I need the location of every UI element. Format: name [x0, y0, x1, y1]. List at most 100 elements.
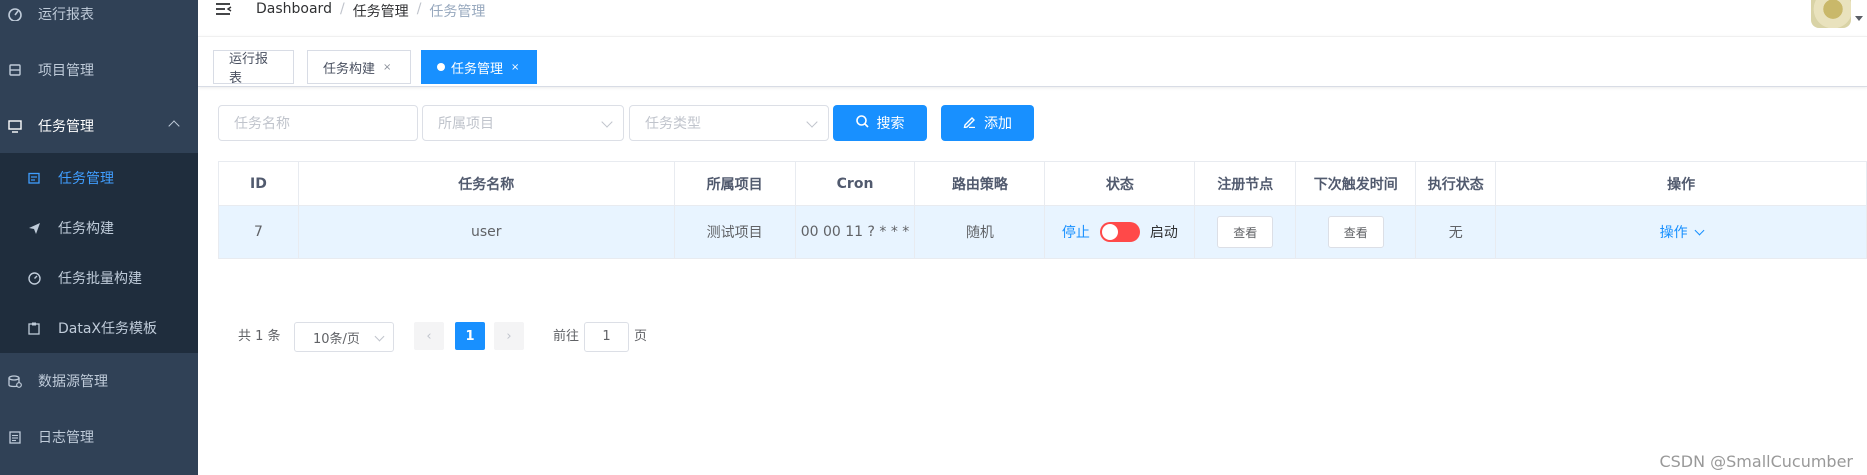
chevron-down-icon	[601, 116, 613, 128]
dashboard-icon	[8, 7, 22, 21]
column-header: 任务名称	[297, 161, 675, 206]
column-header: 执行状态	[1415, 161, 1497, 206]
column-header: 所属项目	[673, 161, 796, 206]
watermark: CSDN @SmallCucumber	[1659, 452, 1853, 471]
avatar[interactable]	[1811, 0, 1851, 28]
submenu-item-task-build[interactable]: 任务构建	[0, 203, 198, 253]
task-table: ID 任务名称 所属项目 Cron 路由策略 状态 注册节点 下次触发时间 执行…	[218, 161, 1867, 259]
gauge-icon	[27, 271, 41, 285]
navbar: Dashboard / 任务管理 / 任务管理	[198, 0, 1867, 37]
menu-item-datasource[interactable]: 数据源管理	[0, 353, 198, 409]
submenu-item-task-manage[interactable]: 任务管理	[0, 153, 198, 203]
actions-dropdown[interactable]: 操作	[1659, 225, 1705, 241]
column-header: 状态	[1044, 161, 1196, 206]
placeholder: 所属项目	[438, 116, 494, 132]
table-row: 7 user 测试项目 00 00 11 ? * * * 随机 停止 启动 查看…	[218, 205, 1867, 259]
table-header-row: ID 任务名称 所属项目 Cron 路由策略 状态 注册节点 下次触发时间 执行…	[218, 161, 1867, 206]
menu-item-logs[interactable]: 日志管理	[0, 409, 198, 465]
cell-route: 随机	[914, 205, 1046, 259]
storage-icon	[8, 374, 22, 388]
close-icon[interactable]: ×	[511, 62, 519, 73]
menu-item-tasks[interactable]: 任务管理	[0, 98, 198, 154]
column-header: Cron	[794, 161, 916, 206]
close-icon[interactable]: ×	[383, 62, 391, 73]
monitor-icon	[8, 119, 22, 133]
submenu-item-label: 任务构建	[58, 221, 114, 237]
prev-page-button[interactable]: ‹	[414, 322, 444, 350]
search-button[interactable]: 搜索	[833, 105, 927, 141]
task-type-select[interactable]: 任务类型	[629, 105, 829, 141]
send-icon	[27, 221, 41, 235]
tag-label: 任务构建	[323, 61, 376, 77]
cell-status: 停止 启动	[1044, 205, 1196, 259]
tag-dashboard[interactable]: 运行报表	[213, 50, 294, 86]
submenu-item-label: 任务管理	[58, 171, 114, 187]
switch-knob	[1101, 224, 1118, 240]
chevron-down-icon	[374, 331, 385, 342]
add-button-label: 添加	[984, 116, 1012, 132]
chevron-down-icon	[806, 116, 818, 128]
breadcrumb-separator: /	[339, 1, 345, 17]
actions-label: 操作	[1659, 225, 1688, 241]
status-switch-group: 停止 启动	[1062, 222, 1178, 242]
menu-item-projects[interactable]: 项目管理	[0, 42, 198, 98]
menu-item-dashboard[interactable]: 运行报表	[0, 0, 198, 42]
breadcrumb-item[interactable]: Dashboard	[256, 1, 332, 21]
view-nodes-button[interactable]: 查看	[1217, 216, 1274, 248]
view-next-trigger-button[interactable]: 查看	[1327, 216, 1384, 248]
cell-actions: 操作	[1495, 205, 1867, 259]
goto-page-input[interactable]: 1	[584, 322, 629, 352]
status-switch[interactable]	[1099, 222, 1140, 242]
cell-task-name: user	[297, 205, 675, 259]
submenu-item-datax-template[interactable]: DataX任务模板	[0, 303, 198, 353]
edit-icon	[963, 115, 976, 132]
tag-label: 任务管理	[451, 61, 504, 77]
chevron-down-icon	[1694, 225, 1705, 236]
menu-item-label: 运行报表	[38, 7, 94, 23]
menu-item-label: 项目管理	[38, 63, 94, 79]
tags-view: 运行报表 任务构建 × 任务管理 ×	[198, 36, 1867, 87]
column-header: ID	[218, 161, 299, 206]
cell-project: 测试项目	[673, 205, 796, 259]
project-select[interactable]: 所属项目	[422, 105, 624, 141]
cell-nodes: 查看	[1194, 205, 1297, 259]
sidebar: 运行报表 项目管理 任务管理 任务管理 任务构建 任务批量构建 DataX任务模…	[0, 0, 198, 475]
column-header: 路由策略	[914, 161, 1046, 206]
submenu-item-batch-build[interactable]: 任务批量构建	[0, 253, 198, 303]
database-icon	[8, 63, 22, 77]
breadcrumb-item[interactable]: 任务管理	[353, 1, 409, 21]
add-button[interactable]: 添加	[941, 105, 1034, 141]
goto-label: 前往	[553, 329, 580, 344]
placeholder: 任务类型	[645, 116, 701, 132]
tag-task-manage[interactable]: 任务管理 ×	[421, 50, 537, 84]
column-header: 注册节点	[1194, 161, 1297, 206]
search-icon	[855, 114, 869, 132]
task-name-input[interactable]: 任务名称	[218, 105, 418, 141]
submenu-item-label: DataX任务模板	[58, 321, 158, 337]
column-header: 下次触发时间	[1295, 161, 1417, 206]
cell-exec-status: 无	[1415, 205, 1497, 259]
menu-item-label: 日志管理	[38, 430, 94, 446]
menu-item-label: 任务管理	[38, 119, 94, 135]
breadcrumb-separator: /	[416, 1, 422, 17]
page-size-select[interactable]: 10条/页	[294, 322, 394, 352]
placeholder: 任务名称	[234, 116, 290, 132]
next-page-button[interactable]: ›	[494, 322, 524, 350]
calendar-icon	[27, 171, 41, 185]
switch-off-label: 停止	[1061, 225, 1090, 241]
switch-on-label: 启动	[1149, 225, 1178, 241]
tag-task-build[interactable]: 任务构建 ×	[307, 50, 411, 84]
page-suffix-label: 页	[634, 329, 648, 344]
menu-item-label: 数据源管理	[38, 374, 108, 390]
hamburger-icon[interactable]	[216, 2, 232, 16]
caret-down-icon[interactable]	[1855, 16, 1863, 21]
clipboard-icon	[27, 321, 41, 335]
document-icon	[8, 430, 22, 444]
page-size-value: 10条/页	[313, 331, 360, 347]
page-number-button[interactable]: 1	[455, 322, 485, 350]
column-header: 操作	[1495, 161, 1867, 206]
search-button-label: 搜索	[876, 116, 905, 132]
active-dot-icon	[437, 63, 445, 71]
cell-id: 7	[218, 205, 299, 259]
chevron-up-icon	[168, 120, 180, 132]
